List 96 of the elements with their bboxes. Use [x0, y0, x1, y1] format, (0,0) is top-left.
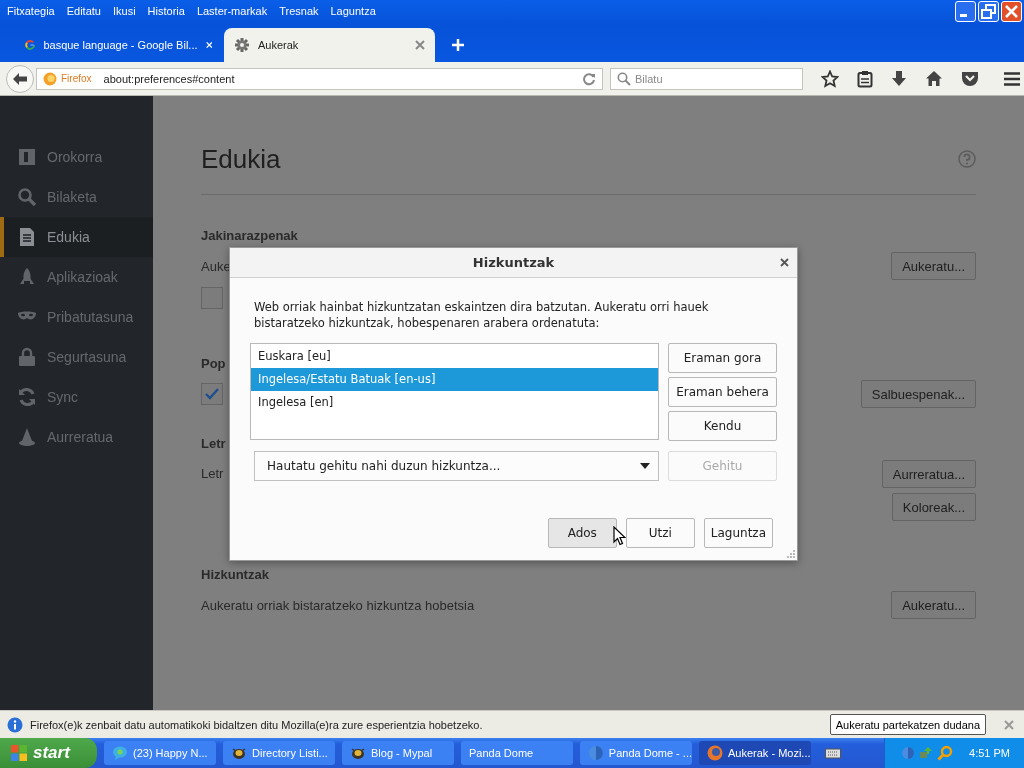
firefox-icon	[43, 71, 57, 86]
clipboard-icon[interactable]	[857, 69, 873, 88]
sidebar-item[interactable]: Segurtasuna	[0, 337, 153, 377]
menu-icon[interactable]	[1003, 70, 1021, 87]
dialog-description: Web orriak hainbat hizkuntzatan eskaintzen dira batzutan. Aukeratu orri hauek bistaratzeko hizkuntzak, hobespenaren arabera ordenatuta:	[254, 299, 710, 331]
bug-icon	[231, 745, 247, 761]
section-heading: Jakinarazpenak	[201, 227, 298, 245]
list-action-button[interactable]: Eraman gora	[668, 343, 777, 373]
chat-bubble-icon	[112, 745, 128, 761]
sidebar-item[interactable]: Bilaketa	[0, 177, 153, 217]
fonts-button[interactable]: Koloreak...	[891, 493, 976, 521]
taskbar-button[interactable]: Blog - Mypal	[342, 741, 454, 765]
dialog-button[interactable]: Utzi	[625, 518, 695, 548]
search-field[interactable]: Bilatu	[610, 67, 803, 90]
page-title: Edukia	[201, 143, 281, 175]
home-icon[interactable]	[925, 70, 943, 87]
language-item[interactable]: Ingelesa/Estatu Batuak [en-us]	[251, 368, 658, 391]
clock: 4:51 PM	[969, 747, 1010, 759]
google-icon	[25, 37, 36, 53]
gear-icon	[234, 37, 250, 53]
taskbar-button[interactable]: (23) Happy N...	[104, 741, 216, 765]
rocket-icon	[17, 267, 37, 287]
checkbox[interactable]	[201, 383, 223, 405]
star-icon[interactable]	[821, 69, 839, 88]
back-button[interactable]	[6, 64, 34, 93]
minimize-button[interactable]	[955, 0, 976, 22]
reload-icon[interactable]	[582, 71, 596, 86]
restore-button[interactable]	[978, 0, 999, 22]
search-icon	[17, 187, 37, 207]
menu-item[interactable]: Fitxategia	[7, 5, 55, 17]
language-item[interactable]: Euskara [eu]	[251, 345, 658, 368]
taskbar-button[interactable]: Directory Listi...	[223, 741, 335, 765]
close-icon[interactable]	[780, 258, 789, 267]
start-button[interactable]: start	[0, 738, 97, 768]
switch-icon	[17, 147, 37, 167]
keyboard-icon[interactable]	[825, 747, 841, 759]
section-heading: Letr	[201, 435, 226, 453]
list-action-button[interactable]: Kendu	[668, 411, 777, 441]
url-field[interactable]: Firefox about:preferences#content	[36, 67, 603, 90]
sidebar-item[interactable]: Aplikazioak	[0, 257, 153, 297]
choose-button[interactable]: Aukeratu...	[891, 591, 976, 619]
identity-label: Firefox	[61, 73, 92, 84]
language-dropdown[interactable]: Hautatu gehitu nahi duzun hizkuntza...	[254, 451, 659, 481]
dialog-button[interactable]: Ados	[547, 518, 617, 548]
taskbar-button[interactable]: Panda Dome	[461, 741, 573, 765]
setting-label: Auke	[201, 258, 231, 274]
fonts-button[interactable]: Aurreratua...	[881, 460, 976, 488]
share-settings-button[interactable]: Aukeratu partekatzen dudana	[829, 714, 986, 735]
info-icon	[7, 716, 23, 733]
dialog-button[interactable]: Laguntza	[703, 518, 773, 548]
close-tab-icon[interactable]	[415, 40, 425, 50]
setting-label: Aukeratu orriak bistaratzeko hizkuntza hobetsia	[201, 597, 475, 613]
close-button[interactable]	[1001, 0, 1022, 22]
browser-tab[interactable]: Aukerak	[224, 28, 435, 62]
menu-item[interactable]: Editatu	[66, 5, 101, 17]
minimize-icon	[960, 13, 967, 17]
padlock-icon	[17, 347, 37, 367]
dialog-title: Hizkuntzak	[472, 255, 555, 270]
language-item[interactable]: Ingelesa [en]	[251, 391, 658, 414]
sidebar-item[interactable]: Edukia	[0, 217, 153, 257]
sidebar-item[interactable]: Aurreratua	[0, 417, 153, 457]
menu-item[interactable]: Historia	[147, 5, 185, 17]
menu-item[interactable]: Ikusi	[112, 5, 136, 17]
checkmark-icon	[204, 387, 220, 401]
wizard-hat-icon	[17, 427, 37, 447]
globe-icon	[588, 745, 604, 761]
pocket-icon[interactable]	[961, 70, 979, 87]
choose-button[interactable]: Aukeratu...	[891, 252, 976, 280]
sidebar-item[interactable]: Pribatutasuna	[0, 297, 153, 337]
new-tab-icon[interactable]	[452, 39, 464, 51]
browser-tab[interactable]: basque language - Google Bil...	[15, 28, 222, 62]
back-arrow-icon	[12, 71, 28, 86]
sync-icon	[17, 387, 37, 407]
caret-icon	[640, 463, 650, 469]
sidebar-item[interactable]: Sync	[0, 377, 153, 417]
windows-logo-icon	[10, 744, 28, 762]
checkbox[interactable]	[201, 287, 223, 309]
exceptions-button[interactable]: Salbuespenak...	[860, 380, 976, 408]
download-icon[interactable]	[891, 69, 907, 88]
bug-icon	[350, 745, 366, 761]
document-icon	[17, 227, 37, 247]
menu-item[interactable]: Laster-markak	[196, 5, 268, 17]
taskbar-button[interactable]: Panda Dome - ...	[580, 741, 692, 765]
list-action-button[interactable]: Eraman behera	[668, 377, 777, 407]
section-heading: Pop	[201, 355, 226, 373]
setting-label: Letr	[201, 466, 224, 481]
firefox-icon	[707, 745, 723, 761]
resize-grip-icon[interactable]	[786, 549, 796, 559]
sidebar-item[interactable]: Orokorra	[0, 137, 153, 177]
cursor-icon	[613, 526, 626, 546]
menu-item[interactable]: Tresnak	[279, 5, 319, 17]
notification-text: Firefox(e)k zenbait datu automatikoki bidaltzen ditu Mozilla(e)ra zure esperientzia hobetzeko.	[30, 718, 483, 731]
menu-item[interactable]: Laguntza	[330, 5, 376, 17]
section-heading: Hizkuntzak	[201, 566, 269, 584]
taskbar-button[interactable]: Aukerak - Mozi...	[699, 741, 811, 765]
search-icon	[617, 71, 631, 86]
